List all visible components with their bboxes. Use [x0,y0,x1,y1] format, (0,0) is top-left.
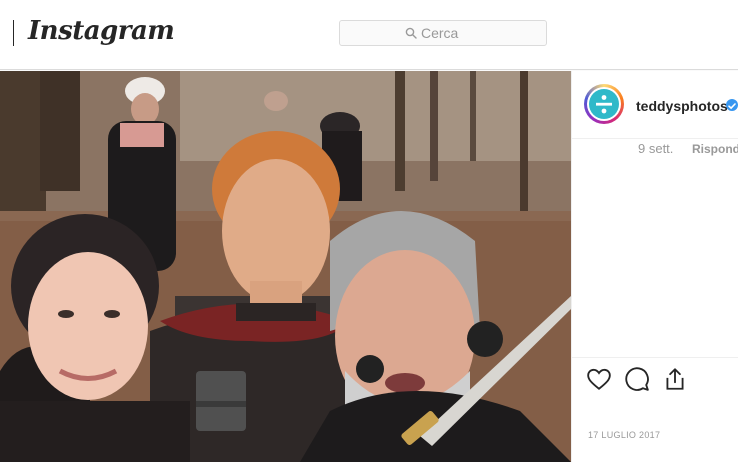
heart-icon[interactable] [586,366,612,392]
search-input[interactable] [421,25,481,41]
post-date: 17 LUGLIO 2017 [588,430,661,440]
reply-button[interactable]: Rispondi [692,142,738,156]
comment-timestamp: 9 sett. [638,141,674,156]
post-actions [572,357,738,401]
divide-logo-icon [596,95,612,114]
username[interactable]: teddysphotos [636,98,728,114]
brand-divider [13,20,14,46]
share-icon[interactable] [662,366,688,392]
comment-icon[interactable] [624,366,650,392]
instagram-logo[interactable]: Instagram [28,16,175,46]
search-box[interactable] [339,20,547,46]
post-header: teddysphotos [572,71,738,139]
verified-badge-icon [726,99,738,111]
post-sidebar: teddysphotos 9 sett. Rispondi 17 LUGLIO … [571,71,738,462]
selfie-photo [0,71,571,462]
search-icon [405,27,417,39]
comment-meta: 9 sett. Rispondi [572,141,738,159]
avatar[interactable] [584,84,624,124]
avatar-image [589,89,619,119]
top-navigation-bar: Instagram [0,0,738,70]
post-photo[interactable] [0,71,571,462]
